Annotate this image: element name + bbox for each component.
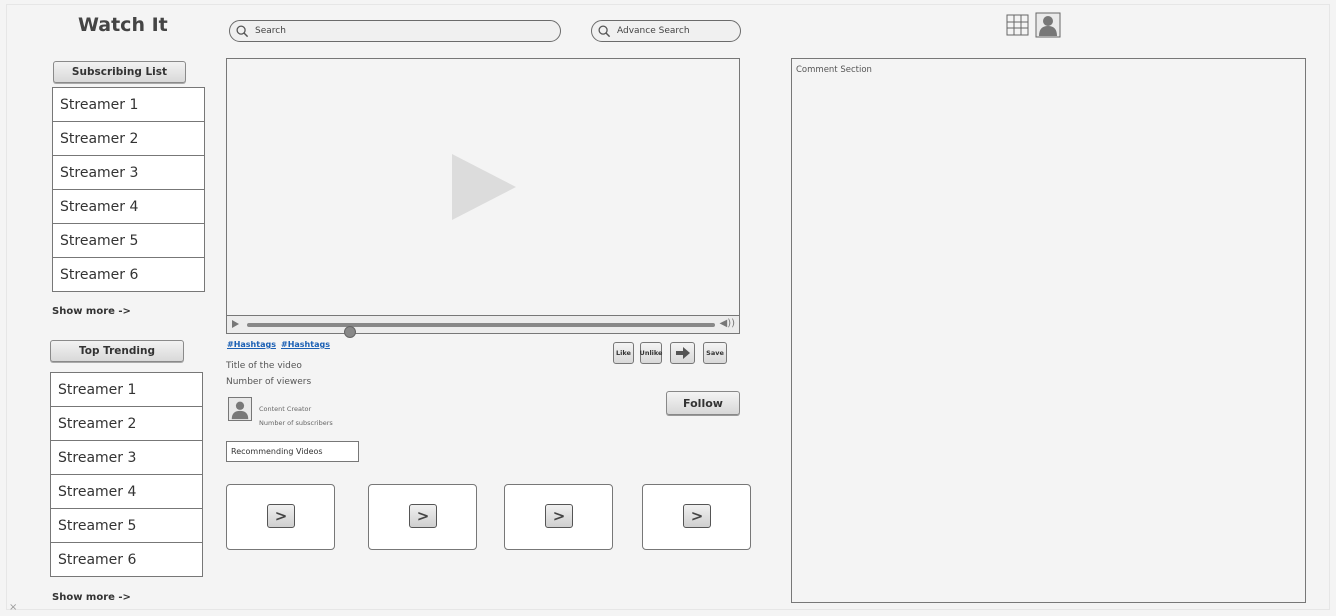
share-arrow-icon xyxy=(675,347,690,359)
video-controls: ◀)) xyxy=(227,315,739,338)
follow-button[interactable]: Follow xyxy=(666,391,740,415)
recommended-video-4[interactable]: > xyxy=(642,484,751,550)
recommended-video-1[interactable]: > xyxy=(226,484,335,550)
trending-show-more-link[interactable]: Show more -> xyxy=(52,592,131,603)
creator-avatar-icon[interactable] xyxy=(228,397,252,421)
trending-item-1[interactable]: Streamer 1 xyxy=(50,372,203,407)
advance-search-bar[interactable] xyxy=(591,20,741,42)
trending-item-3[interactable]: Streamer 3 xyxy=(50,440,203,475)
comment-section[interactable]: Comment Section xyxy=(791,58,1306,603)
user-profile-icon[interactable] xyxy=(1035,12,1061,38)
advance-search-icon xyxy=(598,24,611,37)
grid-icon[interactable] xyxy=(1005,12,1031,38)
trending-item-5[interactable]: Streamer 5 xyxy=(50,508,203,543)
recommending-videos-label: Recommending Videos xyxy=(226,441,359,462)
search-bar[interactable] xyxy=(229,20,561,42)
subscribing-item-2[interactable]: Streamer 2 xyxy=(52,121,205,156)
subscribing-item-3[interactable]: Streamer 3 xyxy=(52,155,205,190)
volume-icon[interactable]: ◀)) xyxy=(720,318,736,329)
recommended-video-3[interactable]: > xyxy=(504,484,613,550)
viewer-count: Number of viewers xyxy=(226,377,312,387)
thumb-play-icon[interactable]: > xyxy=(545,504,573,528)
subscribing-item-5[interactable]: Streamer 5 xyxy=(52,223,205,258)
top-trending-button[interactable]: Top Trending xyxy=(50,340,184,362)
like-button[interactable]: Like xyxy=(613,342,634,364)
subscribing-list: Streamer 1 Streamer 2 Streamer 3 Streame… xyxy=(52,87,205,292)
trending-item-6[interactable]: Streamer 6 xyxy=(50,542,203,577)
subscribing-show-more-link[interactable]: Show more -> xyxy=(52,306,131,317)
subscribing-item-4[interactable]: Streamer 4 xyxy=(52,189,205,224)
trending-list: Streamer 1 Streamer 2 Streamer 3 Streame… xyxy=(50,372,203,577)
subscribing-list-button[interactable]: Subscribing List xyxy=(53,61,186,83)
play-icon[interactable] xyxy=(452,154,516,220)
share-button[interactable] xyxy=(670,342,695,364)
save-button[interactable]: Save xyxy=(703,342,727,364)
hashtag-link-1[interactable]: #Hashtags xyxy=(227,340,276,349)
thumb-play-icon[interactable]: > xyxy=(267,504,295,528)
progress-track[interactable] xyxy=(247,323,715,338)
canvas: Watch It Subscribing List Streamer 1 Str… xyxy=(0,0,1336,616)
unlike-button[interactable]: Unlike xyxy=(640,342,662,364)
hashtag-link-2[interactable]: #Hashtags xyxy=(281,340,330,349)
search-input[interactable] xyxy=(255,26,560,36)
subscribing-item-1[interactable]: Streamer 1 xyxy=(52,87,205,122)
subscriber-count: Number of subscribers xyxy=(259,419,333,427)
subscribing-item-6[interactable]: Streamer 6 xyxy=(52,257,205,292)
app-title: Watch It xyxy=(78,14,168,36)
search-icon xyxy=(236,24,249,37)
progress-knob[interactable] xyxy=(343,326,356,338)
trending-item-4[interactable]: Streamer 4 xyxy=(50,474,203,509)
close-icon[interactable]: × xyxy=(9,602,17,613)
thumb-play-icon[interactable]: > xyxy=(683,504,711,528)
video-player[interactable]: ◀)) xyxy=(226,58,740,338)
trending-item-2[interactable]: Streamer 2 xyxy=(50,406,203,441)
advance-search-input[interactable] xyxy=(617,26,740,36)
recommended-video-2[interactable]: > xyxy=(368,484,477,550)
video-title: Title of the video xyxy=(226,361,302,371)
control-play-icon[interactable] xyxy=(232,320,239,328)
content-creator-name[interactable]: Content Creator xyxy=(259,405,311,413)
thumb-play-icon[interactable]: > xyxy=(409,504,437,528)
comment-section-label: Comment Section xyxy=(796,65,872,75)
